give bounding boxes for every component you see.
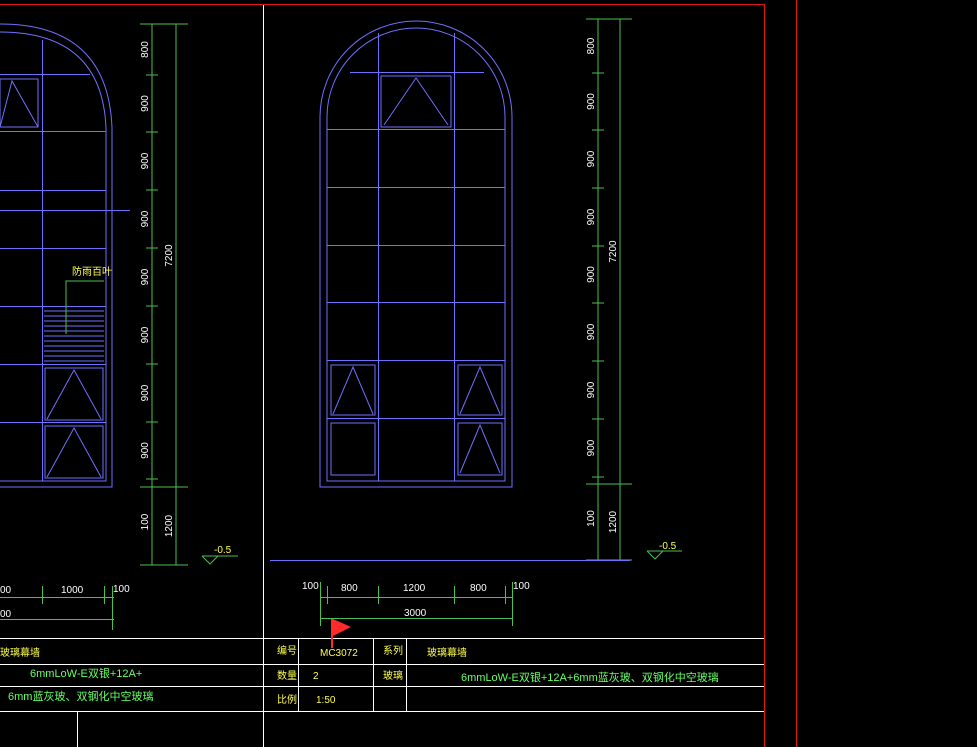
left-glass-line-1: 6mmLoW-E双银+12A+ [30, 666, 142, 680]
left-glass-line-2: 6mm蓝灰玻、双钢化中空玻璃 [8, 689, 153, 703]
left-vdim-dim-9: 1200 [137, 0, 160, 3]
left-vdim-dim-2: 900 [140, 152, 151, 169]
quantity-label: 数量 [277, 669, 297, 682]
left-window-mullions [0, 40, 130, 481]
right-level-text: -0.5 [659, 541, 677, 552]
right-window-vents [330, 75, 503, 476]
left-bottom-dimensions: 00 1000 100 00 [0, 584, 130, 630]
right-bottom-dim-0: 100 [302, 581, 319, 592]
left-window-elevation[interactable]: 防雨百叶 [0, 23, 130, 488]
title-block: 玻璃幕墙 6mmLoW-E双银+12A+ 6mm蓝灰玻、双钢化中空玻璃 编号 M… [0, 638, 764, 711]
left-window-vents [0, 78, 104, 479]
drawing-frame [0, 0, 797, 747]
left-vdim-dim-8: 100 [140, 513, 151, 530]
left-vdim-total-0: 7200 [164, 244, 175, 267]
left-bottom-dim-2: 100 [113, 584, 130, 595]
right-window-outer-frame [319, 20, 513, 488]
louver-callout: 防雨百叶 [65, 265, 112, 334]
right-window-elevation[interactable] [319, 20, 513, 488]
right-vdim-dim-0: 800 [586, 37, 597, 54]
scale-value: 1:50 [316, 695, 336, 706]
right-window-inner-frame [326, 27, 506, 482]
right-vdim-dim-3: 900 [586, 208, 597, 225]
left-bottom-total: 00 [0, 609, 12, 620]
left-level-text: -0.5 [214, 545, 232, 556]
right-vdim-dim-2: 900 [586, 150, 597, 167]
right-bottom-total: 3000 [404, 608, 427, 619]
right-vdim-dim-9: 1200 [583, 0, 606, 3]
code-value: MC3072 [320, 648, 358, 659]
left-vdim-dim-1: 900 [140, 95, 151, 112]
cad-drawing-canvas[interactable]: 防雨百叶 800 900 900 900 900 900 900 900 100 1200 7200… [0, 0, 977, 747]
right-vdim-dim-4: 900 [586, 266, 597, 283]
left-series-cell: 玻璃幕墙 [0, 646, 40, 659]
left-vdim-dim-5: 900 [140, 326, 151, 343]
right-bottom-dim-1: 800 [341, 583, 358, 594]
left-vdim-dim-6: 900 [140, 384, 151, 401]
louver-hatch [44, 310, 104, 362]
right-bottom-dim-3: 800 [470, 583, 487, 594]
left-vdim-dim-3: 900 [140, 210, 151, 227]
scale-label: 比例 [277, 693, 297, 706]
right-bottom-dimensions: 100 800 1200 800 100 3000 [302, 581, 530, 626]
right-vertical-dimensions: 800 900 900 900 900 900 900 900 100 1200 7200 1200 [583, 0, 632, 561]
left-vdim-dim-7: 900 [140, 442, 151, 459]
quantity-value: 2 [313, 671, 319, 682]
series-value: 玻璃幕墙 [427, 646, 467, 659]
right-vdim-dim-6: 900 [586, 381, 597, 398]
glass-label: 玻璃 [383, 669, 403, 682]
right-window-mullions [327, 33, 505, 481]
louver-callout-label: 防雨百叶 [72, 265, 112, 278]
right-vdim-total-1: 1200 [608, 510, 619, 533]
left-bottom-dim-0: 00 [0, 585, 12, 596]
right-vdim-dim-1: 900 [586, 93, 597, 110]
left-vertical-dimensions: 800 900 900 900 900 900 900 900 100 1200 7200 1200 [137, 0, 188, 566]
left-level-mark: -0.5 [201, 545, 238, 565]
left-vdim-dim-4: 900 [140, 268, 151, 285]
left-vdim-total-1: 1200 [164, 514, 175, 537]
left-window-inner-frame [0, 31, 107, 482]
right-vdim-dim-5: 900 [586, 323, 597, 340]
left-bottom-dim-1: 1000 [61, 585, 84, 596]
origin-marker-flag-icon[interactable] [331, 619, 351, 648]
right-bottom-dim-4: 100 [513, 581, 530, 592]
right-vdim-total-0: 7200 [608, 240, 619, 263]
left-vdim-dim-0: 800 [140, 41, 151, 58]
right-vdim-dim-8: 100 [586, 510, 597, 527]
left-window-outer-frame [0, 23, 113, 488]
right-vdim-dim-7: 900 [586, 439, 597, 456]
series-label: 系列 [383, 644, 403, 657]
right-bottom-dim-2: 1200 [403, 583, 426, 594]
code-label: 编号 [277, 644, 297, 657]
glass-value: 6mmLoW-E双银+12A+6mm蓝灰玻、双钢化中空玻璃 [461, 670, 719, 684]
